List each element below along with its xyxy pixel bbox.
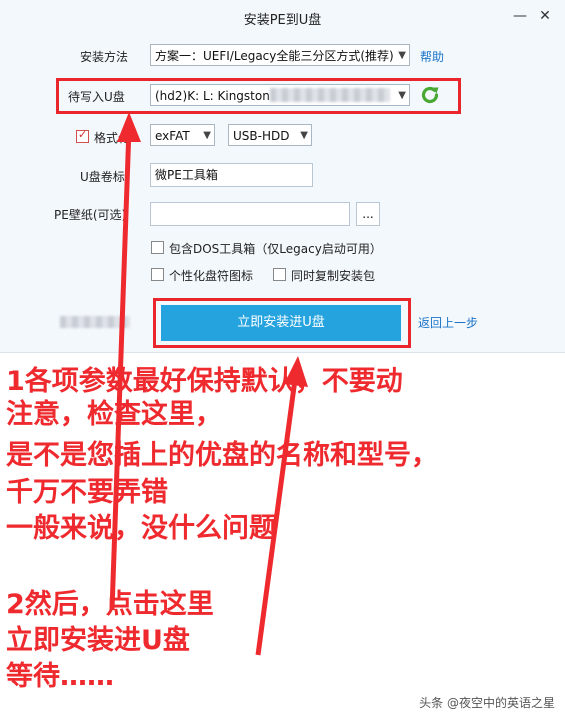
annotation-line-7: 立即安装进U盘: [6, 625, 190, 656]
annotation-line-4: 千万不要弄错: [6, 477, 168, 508]
annotation-line-8: 等待……: [6, 661, 114, 692]
watermark: 头条 @夜空中的英语之星: [419, 696, 555, 710]
annotation-line-1: 1各项参数最好保持默认，不要动: [6, 366, 403, 397]
annotation-line-3: 是不是您插上的优盘的名称和型号，: [6, 440, 438, 471]
annotation-line-6: 2然后，点击这里: [6, 589, 214, 620]
annotation-line-2: 注意，检查这里，: [6, 399, 222, 430]
annotation-line-5: 一般来说，没什么问题: [6, 513, 276, 544]
arrow-to-drive-head: [117, 112, 141, 142]
